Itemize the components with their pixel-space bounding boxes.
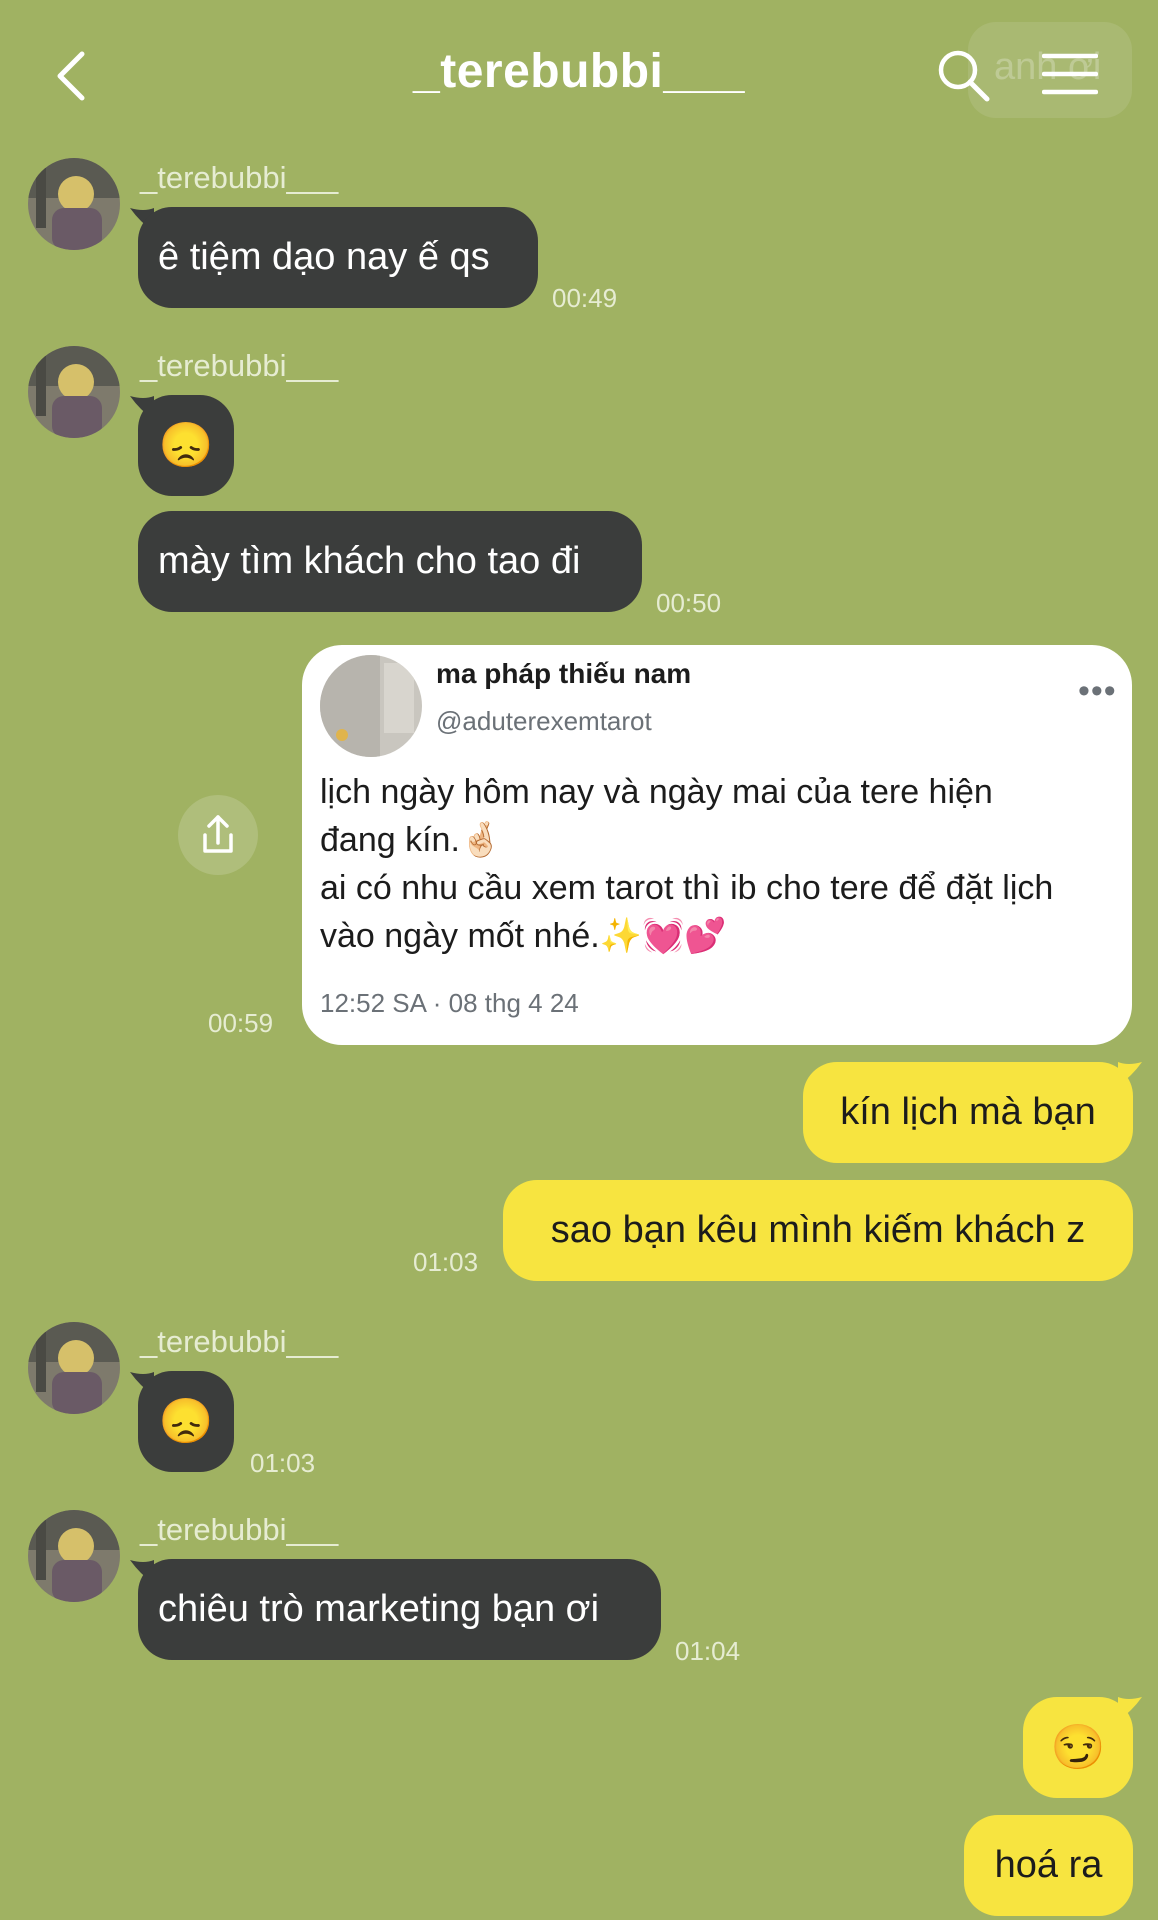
- message-time: 00:50: [656, 588, 722, 618]
- message-text: hoá ra: [994, 1844, 1103, 1886]
- message-text: sao bạn kêu mình kiếm khách z: [550, 1209, 1086, 1251]
- share-button[interactable]: [178, 795, 258, 875]
- emoji-disappointed: 😞: [158, 420, 214, 470]
- bubble-tail: [1118, 1062, 1142, 1086]
- avatar[interactable]: [28, 1322, 120, 1414]
- avatar[interactable]: [28, 158, 120, 250]
- message-bubble[interactable]: mày tìm khách cho tao đi: [138, 511, 642, 612]
- post-author-avatar: [320, 655, 422, 757]
- message-time: 01:04: [675, 1636, 741, 1666]
- bubble-tail: [1118, 1697, 1142, 1721]
- more-options-icon[interactable]: •••: [1078, 672, 1117, 711]
- my-message-bubble[interactable]: hoá ra: [964, 1815, 1133, 1916]
- message-bubble[interactable]: 😞: [138, 1371, 234, 1472]
- post-line: ai có nhu cầu xem tarot thì ib cho tere …: [320, 869, 1054, 907]
- post-body: lịch ngày hôm nay và ngày mai của tere h…: [320, 768, 1130, 960]
- message-time: 01:03: [250, 1448, 316, 1478]
- message-text: mày tìm khách cho tao đi: [158, 540, 581, 582]
- message-time: 00:59: [208, 1008, 274, 1038]
- emoji-smirk: 😏: [1050, 1722, 1106, 1772]
- message-bubble[interactable]: 😞: [138, 395, 234, 496]
- message-time: 01:03: [413, 1247, 479, 1277]
- message-bubble[interactable]: chiêu trò marketing bạn ơi: [138, 1559, 661, 1660]
- message-time: 00:49: [552, 283, 618, 313]
- post-line: vào ngày mốt nhé.✨💓💕: [320, 917, 727, 955]
- hamburger-menu-icon[interactable]: [1041, 50, 1099, 98]
- my-message-bubble[interactable]: kín lịch mà bạn: [803, 1062, 1133, 1163]
- emoji-disappointed: 😞: [158, 1396, 214, 1446]
- message-text: kín lịch mà bạn: [840, 1091, 1096, 1133]
- post-author-name: ma pháp thiếu nam: [436, 658, 692, 689]
- post-timestamp: 12:52 SA · 08 thg 4 24: [320, 988, 579, 1018]
- message-bubble[interactable]: ê tiệm dạo nay ế qs: [138, 207, 538, 308]
- sender-name: _terebubbi___: [140, 160, 339, 195]
- post-line: lịch ngày hôm nay và ngày mai của tere h…: [320, 773, 993, 811]
- post-author-handle: @aduterexemtarot: [436, 706, 652, 736]
- message-text: ê tiệm dạo nay ế qs: [158, 236, 490, 278]
- avatar[interactable]: [28, 346, 120, 438]
- sender-name: _terebubbi___: [140, 1512, 339, 1547]
- sender-name: _terebubbi___: [140, 1324, 339, 1359]
- post-line: đang kín.🤞🏻: [320, 821, 503, 859]
- sender-name: _terebubbi___: [140, 348, 339, 383]
- search-icon[interactable]: [936, 48, 992, 104]
- my-message-bubble[interactable]: 😏: [1023, 1697, 1133, 1798]
- message-text: chiêu trò marketing bạn ơi: [158, 1588, 600, 1630]
- my-message-bubble[interactable]: sao bạn kêu mình kiếm khách z: [503, 1180, 1133, 1281]
- avatar[interactable]: [28, 1510, 120, 1602]
